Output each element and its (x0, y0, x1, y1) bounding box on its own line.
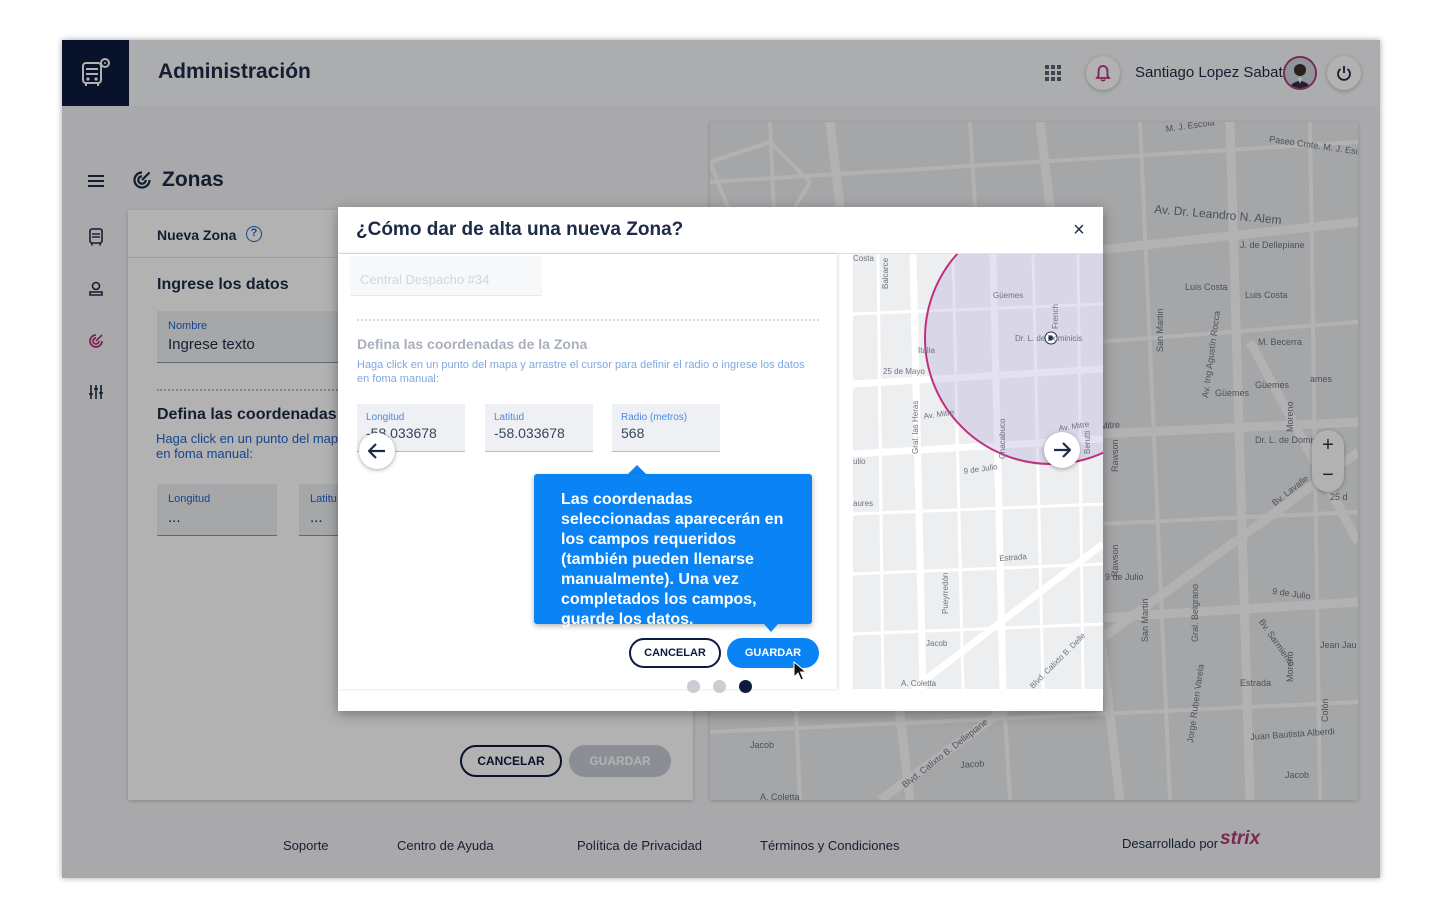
mini-map-label: Berutti (1083, 430, 1092, 454)
pager-dot[interactable] (739, 680, 752, 693)
mini-map-label: Estrada (999, 552, 1028, 563)
modal-latitude-field: Latitud -58.033678 (485, 404, 593, 452)
modal-coords-title: Defina las coordenadas de la Zona (357, 336, 588, 352)
tutorial-slide-form: Central Despacho #34 Defina las coordena… (338, 254, 837, 689)
tooltip-pointer-top (628, 465, 646, 474)
mini-map-label: aures (853, 499, 874, 508)
tutorial-slide-map: Costa Balcarce Güemes Dr. L. de Dominicis Fr… (853, 254, 1103, 689)
mini-map-label: A. Coletta (901, 679, 937, 688)
close-icon[interactable]: × (1068, 219, 1090, 241)
pager-dot[interactable] (687, 680, 700, 693)
arrow-right-icon (1054, 442, 1071, 458)
help-modal: ¿Cómo dar de alta una nueva Zona? × Cent… (338, 207, 1103, 711)
modal-latitude-label: Latitud (494, 412, 525, 423)
mini-map-label: Jacob (926, 639, 948, 648)
pager-dot[interactable] (713, 680, 726, 693)
mini-map-label: Güemes (993, 291, 1024, 300)
ghost-name-field: Central Despacho #34 (350, 256, 542, 296)
mini-map-label: Balcarce (881, 257, 890, 289)
mini-map-label: Pueyrredón (941, 572, 950, 614)
modal-radius-field: Radio (metros) 568 (612, 404, 720, 452)
mouse-cursor-icon (793, 661, 807, 681)
modal-latitude-value: -58.033678 (494, 425, 565, 441)
divider (357, 319, 819, 321)
arrow-left-icon (368, 443, 385, 459)
modal-header: ¿Cómo dar de alta una nueva Zona? × (338, 207, 1103, 254)
mini-map-label: Gral. las Heras (911, 400, 920, 454)
carousel-prev-button[interactable] (359, 433, 395, 469)
modal-title: ¿Cómo dar de alta una nueva Zona? (356, 219, 684, 240)
modal-radius-label: Radio (metros) (621, 412, 688, 423)
mini-map-label: Dr. L. de Dominicis (1015, 334, 1083, 343)
tutorial-tooltip: Las coordenadas seleccionadas aparecerán… (534, 474, 812, 628)
modal-longitude-label: Longitud (366, 412, 405, 423)
mini-map-label: French (1051, 304, 1060, 329)
mini-map-label: Chacabuco (998, 418, 1007, 459)
carousel-pager (687, 680, 759, 694)
tooltip-pointer-bottom (764, 624, 778, 632)
modal-coords-help: Haga click en un punto del mapa y arrast… (357, 359, 805, 385)
carousel-next-button[interactable] (1044, 432, 1080, 468)
mini-map-label: Costa (853, 254, 874, 263)
ghost-name-value: Central Despacho #34 (360, 272, 490, 287)
modal-radius-value: 568 (621, 425, 645, 441)
modal-cancel-button: CANCELAR (629, 638, 721, 668)
mini-map-label: ulio (853, 457, 866, 466)
mini-map-label: 25 de Mayo (883, 367, 925, 376)
mini-map-label: Italia (918, 346, 935, 355)
